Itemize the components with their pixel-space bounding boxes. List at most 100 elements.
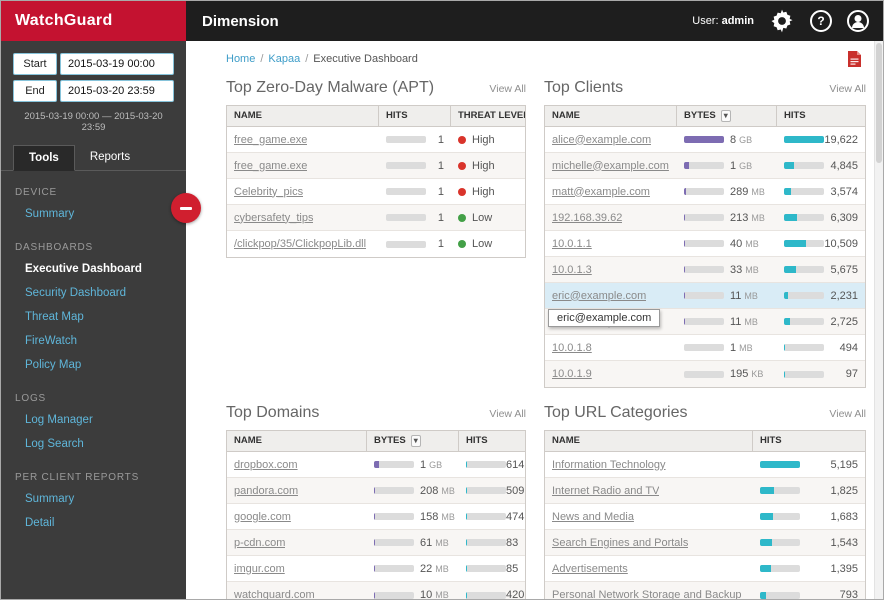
view-all-link[interactable]: View All [489, 408, 526, 420]
app-title: Dimension [202, 13, 279, 30]
bytes-cell: 22MB [367, 563, 459, 575]
hits-cell: 1,825 [753, 485, 865, 497]
row-name-link[interactable]: 192.168.39.62 [552, 212, 622, 224]
sidebar-item-executive-dashboard[interactable]: Executive Dashboard [1, 257, 186, 281]
end-date-input[interactable]: 2015-03-20 23:59 [60, 80, 174, 102]
row-name-link[interactable]: Internet Radio and TV [552, 485, 659, 497]
row-name-link[interactable]: watchguard.com [234, 589, 315, 599]
hits-value: 1 [438, 134, 444, 146]
row-name-link[interactable]: free_game.exe [234, 134, 307, 146]
bytes-unit: GB [739, 135, 752, 145]
sidebar-item-security-dashboard[interactable]: Security Dashboard [1, 281, 186, 305]
row-name-link[interactable]: Search Engines and Portals [552, 537, 688, 549]
sidebar-item-threat-map[interactable]: Threat Map [1, 305, 186, 329]
row-name-link[interactable]: alice@example.com [552, 134, 651, 146]
start-date-label[interactable]: Start [13, 53, 57, 75]
row-name-link[interactable]: 10.0.1.3 [552, 264, 592, 276]
tab-reports[interactable]: Reports [75, 145, 145, 170]
column-header-label: THREAT LEVEL [458, 110, 525, 122]
panel-title: Top Domains [226, 404, 319, 422]
tab-tools[interactable]: Tools [13, 145, 75, 171]
domains-header: NAMEBYTES▾HITS [227, 431, 525, 452]
settings-gear-icon[interactable] [769, 8, 795, 34]
sidebar-item-summary[interactable]: Summary [1, 202, 186, 226]
value-bar-fill [466, 513, 467, 520]
row-name-link[interactable]: cybersafety_tips [234, 212, 313, 224]
bytes-unit: MB [441, 512, 455, 522]
value-bar-track [784, 240, 824, 247]
view-all-link[interactable]: View All [829, 408, 866, 420]
column-header-bytes[interactable]: BYTES▾ [367, 431, 459, 451]
row-name-link[interactable]: 10.0.1.9 [552, 368, 592, 380]
hits-cell: 85 [459, 563, 525, 575]
sidebar-item-policy-map[interactable]: Policy Map [1, 353, 186, 377]
column-header-name: NAME [227, 431, 367, 451]
row-name-link[interactable]: Personal Network Storage and Backup [552, 589, 742, 599]
row-name-link[interactable]: /clickpop/35/ClickpopLib.dll [234, 238, 366, 250]
sidebar-item-detail[interactable]: Detail [1, 511, 186, 535]
column-header-bytes[interactable]: BYTES▾ [677, 106, 777, 126]
sidebar-item-firewatch[interactable]: FireWatch [1, 329, 186, 353]
person-body [852, 22, 864, 28]
row-name-link[interactable]: michelle@example.com [552, 160, 669, 172]
column-header-label: HITS [386, 110, 408, 122]
sort-chevron-icon[interactable]: ▾ [721, 110, 731, 122]
user-label: User: [692, 15, 718, 27]
row-name-link[interactable]: imgur.com [234, 563, 285, 575]
name-cell: Advertisements [545, 563, 753, 575]
scrollbar-thumb[interactable] [876, 43, 882, 163]
row-name-link[interactable]: free_game.exe [234, 160, 307, 172]
value-bar-track [784, 136, 824, 143]
row-name-link[interactable]: 10.0.1.1 [552, 238, 592, 250]
name-cell: alice@example.com [545, 134, 677, 146]
start-date-input[interactable]: 2015-03-19 00:00 [60, 53, 174, 75]
view-all-link[interactable]: View All [489, 83, 526, 95]
clients-body: alice@example.com8GB19,622michelle@examp… [545, 127, 865, 387]
column-header-hits: HITS [379, 106, 451, 126]
value-bar-track [374, 565, 414, 572]
help-icon[interactable]: ? [810, 10, 832, 32]
watchguard-logo[interactable]: WatchGuard [1, 1, 186, 41]
row-name-link[interactable]: Celebrity_pics [234, 186, 303, 198]
bytes-cell: 61MB [367, 537, 459, 549]
row-name-link[interactable]: 10.0.1.8 [552, 342, 592, 354]
bytes-unit: GB [429, 460, 442, 470]
sidebar-item-log-manager[interactable]: Log Manager [1, 408, 186, 432]
pdf-export-icon[interactable] [848, 51, 861, 67]
value-bar-fill [466, 487, 467, 494]
sidebar-item-log-search[interactable]: Log Search [1, 432, 186, 456]
user-account-icon[interactable] [847, 10, 869, 32]
value-bar-track [386, 136, 426, 143]
row-name-link[interactable]: pandora.com [234, 485, 298, 497]
hits-value: 83 [506, 537, 518, 549]
value-bar-track [374, 592, 414, 599]
sidebar-item-summary[interactable]: Summary [1, 487, 186, 511]
row-name-link[interactable]: matt@example.com [552, 186, 650, 198]
bytes-unit: MB [744, 291, 758, 301]
row-name-link[interactable]: dropbox.com [234, 459, 298, 471]
breadcrumb-link-kapaa[interactable]: Kapaa [268, 53, 300, 65]
url-header: NAMEHITS [545, 431, 865, 452]
row-name-link[interactable]: eric@example.com [552, 290, 646, 302]
name-cell: google.com [227, 511, 367, 523]
row-name-link[interactable]: Advertisements [552, 563, 628, 575]
scrollbar[interactable] [874, 41, 883, 599]
sort-chevron-icon[interactable]: ▾ [411, 435, 421, 447]
bytes-value: 213 [730, 212, 748, 224]
breadcrumb-link-home[interactable]: Home [226, 53, 255, 65]
row-name-link[interactable]: google.com [234, 511, 291, 523]
sidebar-tabs: ToolsReports [1, 145, 186, 171]
panel-top-clients: Top Clients View All NAMEBYTES▾HITS alic… [544, 79, 866, 388]
end-date-label[interactable]: End [13, 80, 57, 102]
view-all-link[interactable]: View All [829, 83, 866, 95]
sidebar-collapse-button[interactable] [171, 193, 201, 223]
panel-top-url-categories: Top URL Categories View All NAMEHITS Inf… [544, 404, 866, 599]
bytes-value: 1 [420, 459, 426, 471]
column-header-name: NAME [227, 106, 379, 126]
minus-icon [180, 207, 192, 210]
value-bar-track [374, 539, 414, 546]
row-name-link[interactable]: Information Technology [552, 459, 666, 471]
row-name-link[interactable]: News and Media [552, 511, 634, 523]
hits-value: 1,543 [830, 537, 858, 549]
row-name-link[interactable]: p-cdn.com [234, 537, 285, 549]
